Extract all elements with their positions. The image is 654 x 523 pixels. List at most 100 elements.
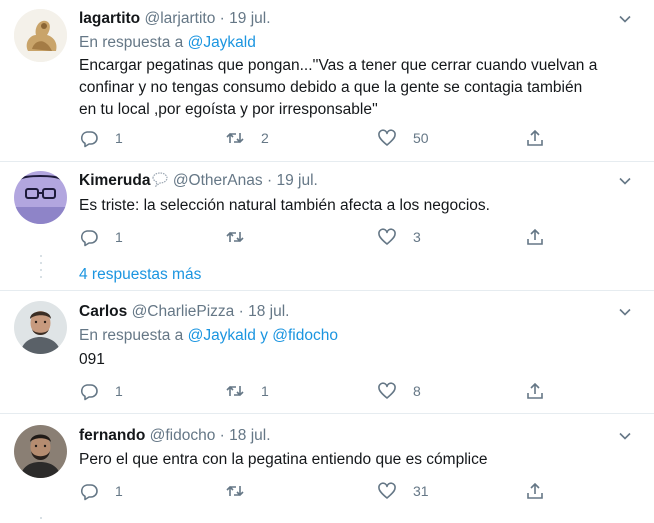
separator-dot: · [238,303,244,320]
thread-connector [40,517,42,519]
tweet-kimeruda[interactable]: Kimeruda @OtherAnas · 19 jul. Es triste:… [0,162,654,290]
share-icon [527,228,543,245]
tweet-text-line: Encargar pegatinas que pongan...''Vas a … [79,57,598,74]
like-button[interactable]: 50 [377,128,429,148]
tweet-actions: 1 2 50 [79,128,549,148]
share-button[interactable] [525,227,545,247]
tweet-header: fernando @fidocho · 18 jul. [79,426,271,446]
display-name[interactable]: Kimeruda [79,172,151,189]
chevron-down-icon[interactable] [618,12,632,26]
heart-icon [378,382,396,399]
separator-dot: · [219,10,225,27]
retweet-button[interactable] [225,481,261,501]
tweet-header: Kimeruda @OtherAnas · 19 jul. [79,171,318,191]
display-name[interactable]: Carlos [79,303,127,320]
mention-link[interactable]: @Jaykald [188,34,256,51]
tweet-text: Pero el que entra con la pegatina entien… [79,449,639,471]
display-name[interactable]: fernando [79,427,145,444]
retweet-count: 1 [261,383,269,399]
like-count: 50 [413,130,429,146]
tweet-date[interactable]: 18 jul. [229,427,270,444]
user-handle[interactable]: @CharliePizza [132,303,235,320]
tweet-text: Es triste: la selección natural también … [79,195,639,217]
tweet-actions: 1 31 [79,481,549,501]
tweet-date[interactable]: 19 jul. [276,172,317,189]
tweet-date[interactable]: 19 jul. [229,10,270,27]
reply-context: En respuesta a @Jaykald y @fidocho [79,326,338,346]
tweet-lagartito[interactable]: lagartito @larjartito · 19 jul. En respu… [0,0,654,170]
reply-count: 1 [115,383,123,399]
like-count: 31 [413,483,429,499]
thread-connector [40,255,42,278]
tweet-header: lagartito @larjartito · 19 jul. [79,9,271,29]
tweet-header: Carlos @CharliePizza · 18 jul. [79,302,289,322]
tweet-carlos[interactable]: Carlos @CharliePizza · 18 jul. En respue… [0,291,654,411]
like-button[interactable]: 3 [377,227,421,247]
retweet-icon [226,132,244,144]
tweet-text-line: confinar y no tengas consumo debido a qu… [79,79,583,96]
reply-count: 1 [115,130,123,146]
reply-icon [80,230,98,247]
retweet-button[interactable]: 2 [225,128,269,148]
reply-icon [80,131,98,148]
retweet-icon [226,485,244,497]
display-name[interactable]: lagartito [79,10,140,27]
user-handle[interactable]: @OtherAnas [173,172,263,189]
heart-icon [378,482,396,499]
tweet-actions: 1 3 [79,227,549,247]
user-handle[interactable]: @fidocho [150,427,216,444]
chevron-down-icon[interactable] [618,174,632,188]
avatar[interactable] [14,425,67,478]
reply-prefix: En respuesta a [79,34,184,51]
reply-button[interactable]: 1 [79,128,123,148]
share-icon [527,129,543,146]
share-icon [527,382,543,399]
reply-icon [80,484,98,501]
share-button[interactable] [525,481,545,501]
reply-button[interactable]: 1 [79,481,123,501]
speech-bubble-icon [151,172,168,188]
user-handle[interactable]: @larjartito [144,10,215,27]
retweet-button[interactable] [225,227,261,247]
chevron-down-icon[interactable] [618,305,632,319]
share-icon [527,482,543,499]
chevron-down-icon[interactable] [618,429,632,443]
reply-prefix: En respuesta a [79,327,184,344]
share-button[interactable] [525,128,545,148]
share-button[interactable] [525,381,545,401]
reply-count: 1 [115,229,123,245]
reply-context: En respuesta a @Jaykald [79,33,256,53]
tweet-text-line: Es triste: la selección natural también … [79,197,490,214]
show-more-replies-link[interactable]: 4 respuestas más [79,265,201,285]
reply-button[interactable]: 1 [79,227,123,247]
reply-icon [80,384,98,401]
reply-button[interactable]: 1 [79,381,123,401]
like-count: 8 [413,383,421,399]
heart-icon [378,228,396,245]
tweet-date[interactable]: 18 jul. [248,303,289,320]
avatar[interactable] [14,171,67,224]
mention-link[interactable]: @fidocho [272,327,338,344]
separator-dot: · [219,427,225,444]
avatar[interactable] [14,301,67,354]
tweet-text-line: en tu local ,por egoísta y por irrespons… [79,101,378,118]
tweet-fernando[interactable]: fernando @fidocho · 18 jul. Pero el que … [0,414,654,523]
retweet-icon [226,385,244,397]
retweet-button[interactable]: 1 [225,381,269,401]
tweet-actions: 1 1 8 [79,381,549,401]
retweet-icon [226,231,244,243]
tweet-text-line: Pero el que entra con la pegatina entien… [79,451,488,468]
tweet-text-line: 091 [79,351,105,368]
like-button[interactable]: 31 [377,481,429,501]
retweet-count: 2 [261,130,269,146]
mention-link[interactable]: @Jaykald [188,327,256,344]
reply-count: 1 [115,483,123,499]
avatar[interactable] [14,9,67,62]
like-count: 3 [413,229,421,245]
mention-joiner: y [260,327,268,344]
tweet-text: 091 [79,349,639,371]
like-button[interactable]: 8 [377,381,421,401]
separator-dot: · [266,172,273,189]
tweet-text: Encargar pegatinas que pongan...''Vas a … [79,55,639,121]
heart-icon [378,129,396,146]
